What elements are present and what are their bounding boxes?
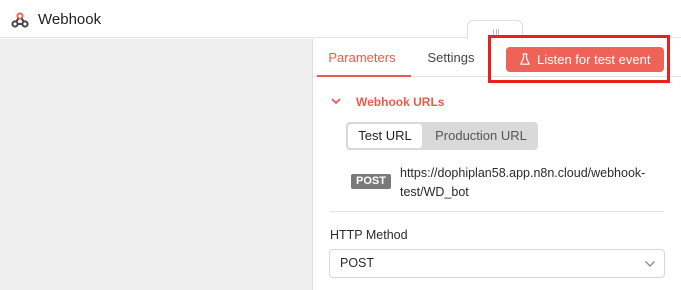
method-badge: POST [351,174,391,189]
section-divider [330,211,664,212]
node-titlebar: Webhook [0,0,681,38]
input-panel [0,39,312,290]
chevron-down-icon [645,261,655,267]
tab-parameters[interactable]: Parameters [313,39,411,77]
node-title: Webhook [38,11,102,28]
webhook-urls-title: Webhook URLs [356,95,445,109]
tab-parameters-label: Parameters [328,50,396,65]
http-method-label: HTTP Method [330,228,408,242]
test-url-option[interactable]: Test URL [348,124,422,148]
active-tab-indicator [317,75,411,77]
production-url-option[interactable]: Production URL [426,124,536,148]
webhook-url[interactable]: https://dophiplan58.app.n8n.cloud/webhoo… [400,164,670,202]
url-type-toggle: Test URL Production URL [346,122,538,150]
http-method-select[interactable]: POST [329,249,665,278]
webhook-icon [11,12,29,28]
http-method-value: POST [340,256,375,270]
chevron-down-icon [331,98,341,105]
highlight-box [488,35,670,83]
tab-settings-label: Settings [427,50,475,65]
tab-settings[interactable]: Settings [419,39,483,76]
